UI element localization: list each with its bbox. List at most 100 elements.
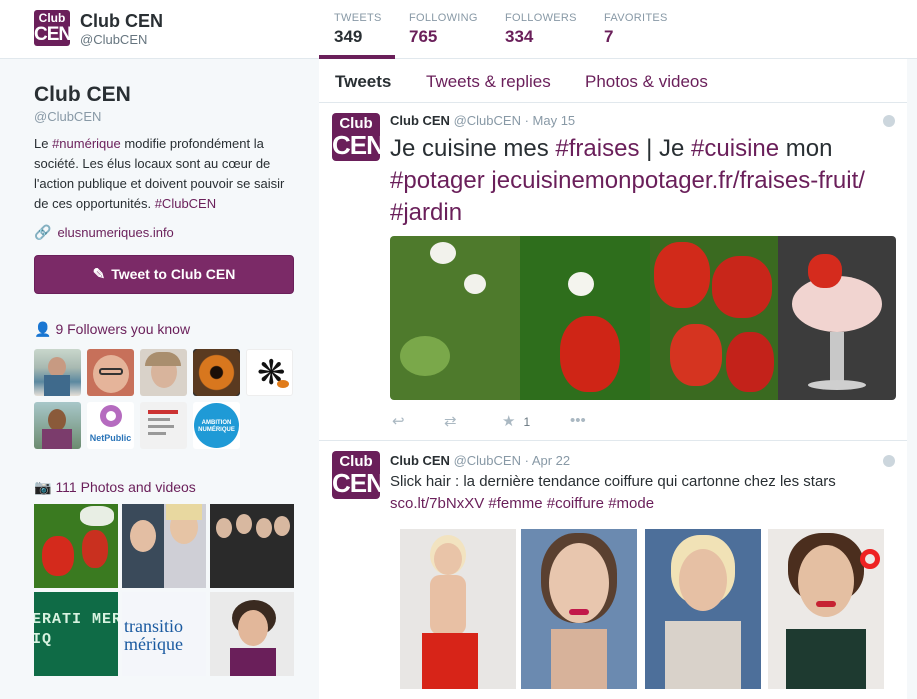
outfit-shape bbox=[665, 621, 741, 689]
back-shape bbox=[430, 575, 466, 635]
stat-followers[interactable]: FOLLOWERS 334 bbox=[505, 12, 577, 47]
follower-avatar[interactable] bbox=[87, 349, 134, 396]
nav-profile-name[interactable]: Club CEN bbox=[80, 11, 163, 32]
flower-shape bbox=[464, 274, 486, 294]
photo-thumbnail[interactable] bbox=[122, 504, 206, 588]
tweet-header: Club CEN @ClubCEN · Apr 22 bbox=[390, 453, 570, 468]
tab-tweets-replies[interactable]: Tweets & replies bbox=[426, 72, 551, 92]
photo-thumbnail[interactable] bbox=[210, 592, 294, 676]
strawberry-shape bbox=[654, 242, 710, 308]
preview-image[interactable] bbox=[768, 529, 884, 689]
dress-shape bbox=[422, 633, 478, 689]
book-line bbox=[148, 410, 178, 414]
url-link[interactable]: sco.lt/7bNxXV bbox=[390, 495, 484, 512]
body-shape bbox=[42, 429, 72, 449]
tweet-date[interactable]: · May 15 bbox=[525, 113, 576, 128]
tweet-date[interactable]: · Apr 22 bbox=[525, 453, 571, 468]
followers-you-know-title[interactable]: 👤 9 Followers you know bbox=[34, 321, 190, 338]
tweet-avatar[interactable]: Club CEN bbox=[332, 451, 380, 499]
profile-handle[interactable]: @ClubCEN bbox=[34, 109, 101, 124]
photo-thumbnail[interactable]: ERATI MERIQ bbox=[34, 592, 118, 676]
tweet-author-name[interactable]: Club CEN bbox=[390, 453, 450, 468]
preview-image[interactable] bbox=[400, 529, 516, 689]
strawberry-shape bbox=[712, 256, 772, 318]
tab-tweets[interactable]: Tweets bbox=[335, 72, 391, 92]
glass-base bbox=[808, 380, 866, 390]
website-link[interactable]: elusnumeriques.info bbox=[57, 225, 173, 240]
stat-label: FAVORITES bbox=[604, 12, 668, 24]
photo-thumbnail[interactable]: transitio mérique bbox=[122, 592, 206, 676]
tweet-author-handle[interactable]: @ClubCEN bbox=[454, 113, 521, 128]
hashtag-link[interactable]: #femme bbox=[488, 495, 542, 512]
profile-website[interactable]: 🔗 elusnumeriques.info bbox=[34, 224, 174, 241]
tweet-media[interactable] bbox=[390, 236, 896, 400]
stat-value: 334 bbox=[505, 27, 534, 46]
tweet-author-handle[interactable]: @ClubCEN bbox=[454, 453, 521, 468]
hashtag-link[interactable]: #cuisine bbox=[691, 135, 779, 162]
retweet-icon[interactable]: ⇄ bbox=[444, 412, 457, 430]
globe-icon bbox=[883, 115, 895, 127]
media-panel-strawberry bbox=[520, 236, 650, 400]
stat-tweets[interactable]: TWEETS 349 bbox=[334, 12, 382, 47]
bio-hashtag[interactable]: #numérique bbox=[52, 136, 121, 151]
body-shape bbox=[44, 375, 70, 396]
tweet-avatar[interactable]: Club CEN bbox=[332, 113, 380, 161]
follower-avatar[interactable] bbox=[34, 349, 81, 396]
hashtag-link[interactable]: #coiffure bbox=[547, 495, 604, 512]
favorite-button[interactable]: ★ 1 bbox=[502, 412, 530, 430]
follower-avatar[interactable] bbox=[193, 349, 240, 396]
bio-text: Le bbox=[34, 136, 53, 151]
photo-thumbnail[interactable] bbox=[210, 504, 294, 588]
hashtag-link[interactable]: #mode bbox=[608, 495, 654, 512]
link-icon: 🔗 bbox=[34, 224, 52, 240]
follower-avatar[interactable]: ❋ bbox=[246, 349, 293, 396]
preview-image[interactable] bbox=[521, 529, 637, 689]
photo-thumbnail[interactable] bbox=[34, 504, 118, 588]
media-panel-leaves bbox=[390, 236, 520, 400]
stat-favorites[interactable]: FAVORITES 7 bbox=[604, 12, 668, 47]
follower-avatar[interactable]: AMBITION NUMÉRIQUE bbox=[193, 402, 240, 449]
stat-value: 7 bbox=[604, 27, 614, 46]
face-shape bbox=[48, 357, 66, 377]
flower-shape bbox=[568, 272, 594, 296]
hashtag-link[interactable]: #jardin bbox=[390, 199, 462, 226]
tweet-to-button[interactable]: ✎ Tweet to Club CEN bbox=[34, 255, 294, 294]
follower-avatar[interactable] bbox=[140, 402, 187, 449]
strawberry-shape bbox=[808, 254, 842, 288]
tweet[interactable]: Club CEN Club CEN @ClubCEN · May 15 Je c… bbox=[319, 103, 907, 441]
tweet-author-name[interactable]: Club CEN bbox=[390, 113, 450, 128]
stat-label: FOLLOWING bbox=[409, 12, 478, 24]
glasses-shape bbox=[99, 368, 123, 375]
flame-shape bbox=[277, 380, 289, 388]
strawberry-shape bbox=[726, 332, 774, 392]
tab-photos-videos[interactable]: Photos & videos bbox=[585, 72, 708, 92]
reply-icon[interactable]: ↩ bbox=[392, 412, 405, 430]
bio-hashtag[interactable]: #ClubCEN bbox=[155, 196, 216, 211]
follower-avatar[interactable]: NetPublic bbox=[87, 402, 134, 449]
target-logo-icon bbox=[860, 549, 880, 569]
ambition-text: AMBITION NUMÉRIQUE bbox=[198, 420, 235, 433]
url-link[interactable]: jecuisinemonpotager.fr/fraises-fruit/ bbox=[491, 167, 865, 194]
followers-title-text: 9 Followers you know bbox=[55, 321, 191, 337]
book-line bbox=[148, 432, 166, 435]
profile-avatar-small[interactable]: Club CEN bbox=[34, 10, 70, 46]
hair-shape bbox=[145, 352, 181, 366]
stat-label: FOLLOWERS bbox=[505, 12, 577, 24]
face-shape bbox=[130, 520, 156, 552]
leaf-shape bbox=[400, 336, 450, 376]
photos-videos-title[interactable]: 📷 111 Photos and videos bbox=[34, 479, 196, 496]
photos-title-text: 111 Photos and videos bbox=[55, 479, 196, 495]
follower-avatar[interactable] bbox=[140, 349, 187, 396]
more-icon[interactable]: ••• bbox=[570, 412, 586, 429]
hashtag-link[interactable]: #fraises bbox=[555, 135, 639, 162]
profile-name[interactable]: Club CEN bbox=[34, 83, 131, 107]
tweet[interactable]: Club CEN Club CEN @ClubCEN · Apr 22 Slic… bbox=[319, 441, 907, 699]
stat-following[interactable]: FOLLOWING 765 bbox=[409, 12, 478, 47]
nav-profile-handle: @ClubCEN bbox=[80, 32, 148, 47]
face-shape bbox=[434, 543, 462, 575]
text-span: | Je bbox=[639, 135, 692, 162]
follower-avatar[interactable] bbox=[34, 402, 81, 449]
body-shape bbox=[230, 648, 276, 676]
hashtag-link[interactable]: #potager bbox=[390, 167, 485, 194]
preview-image[interactable] bbox=[645, 529, 761, 689]
